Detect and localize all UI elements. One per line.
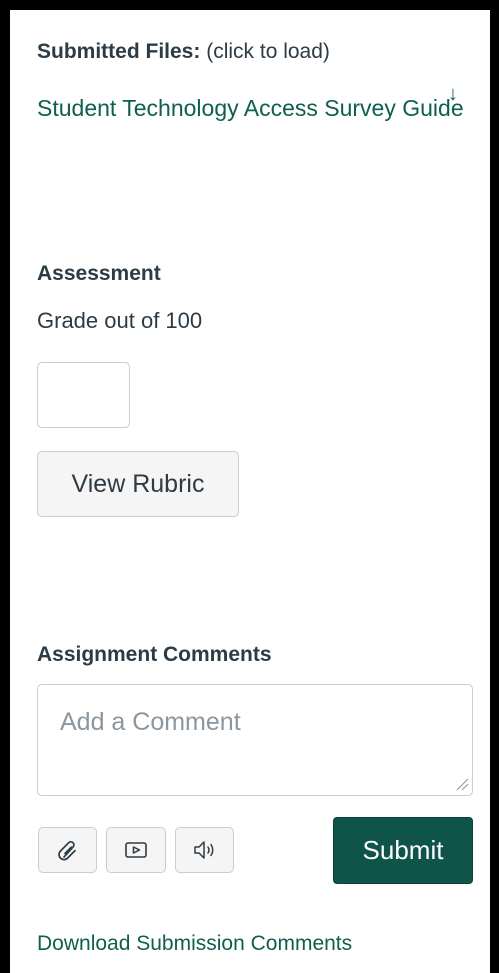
- submitted-file-link[interactable]: Student Technology Access Survey Guide: [37, 95, 473, 122]
- download-submission-comments-link[interactable]: Download Submission Comments: [37, 932, 352, 956]
- submit-comment-button[interactable]: Submit: [333, 817, 473, 884]
- grade-input[interactable]: [37, 362, 130, 428]
- resize-grip-icon[interactable]: [455, 777, 469, 791]
- comment-placeholder: Add a Comment: [60, 708, 241, 736]
- download-arrow-icon[interactable]: ↓: [448, 84, 458, 104]
- assessment-heading: Assessment: [37, 262, 161, 285]
- assignment-comments-heading: Assignment Comments: [37, 643, 272, 666]
- submitted-files-heading: Submitted Files: (click to load): [37, 40, 330, 64]
- grade-label: Grade out of 100: [37, 308, 203, 333]
- comment-textarea[interactable]: [37, 684, 473, 796]
- record-video-button[interactable]: [106, 827, 166, 873]
- attach-file-button[interactable]: [38, 827, 97, 873]
- paperclip-icon: [57, 840, 76, 861]
- video-icon: [125, 842, 147, 858]
- audio-icon: [193, 841, 213, 859]
- record-audio-button[interactable]: [175, 827, 234, 873]
- view-rubric-button[interactable]: View Rubric: [37, 451, 239, 517]
- submitted-files-hint: (click to load): [206, 40, 330, 63]
- submitted-files-label: Submitted Files:: [37, 40, 201, 63]
